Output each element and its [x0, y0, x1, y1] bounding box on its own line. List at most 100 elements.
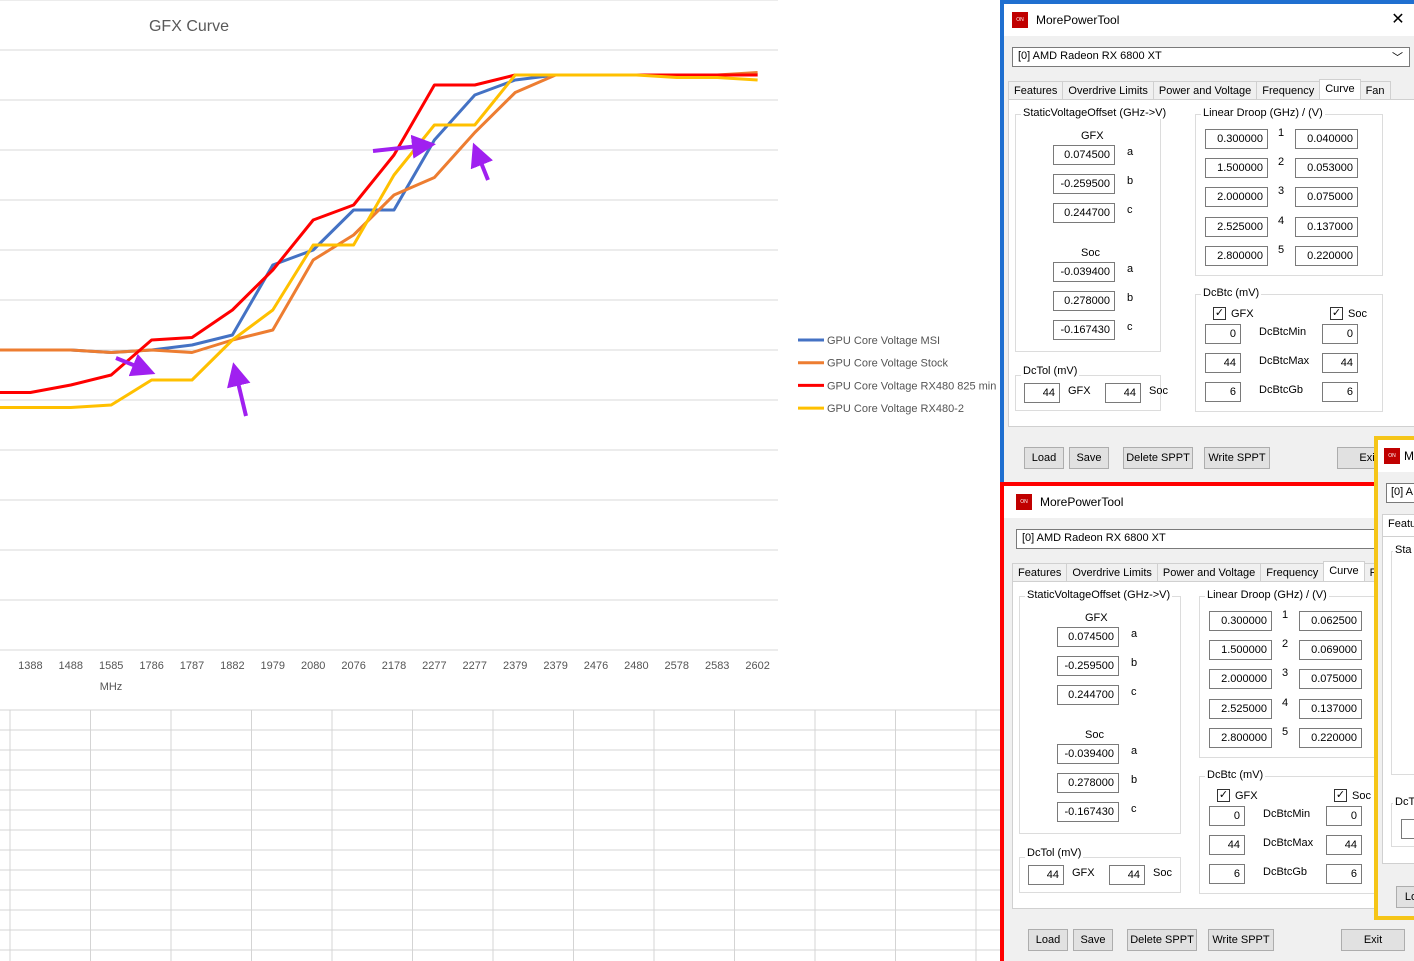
tab-overdrive-limits[interactable]: Overdrive Limits [1066, 563, 1158, 582]
dcbtc-soc-field[interactable]: 0 [1322, 324, 1358, 344]
soc-c-field[interactable]: -0.167430 [1057, 802, 1119, 822]
gpu-select-value: [0] AMD Radeon RX 6800 XT [1018, 50, 1162, 62]
droop-ghz-field[interactable]: 0.300000 [1209, 611, 1272, 631]
dcbtc-gfx-field[interactable]: 44 [1209, 835, 1245, 855]
droop-index-label: 3 [1278, 185, 1285, 198]
gfx-b-field[interactable]: -0.259500 [1053, 174, 1115, 194]
write-sppt-button[interactable]: Write SPPT [1208, 929, 1274, 951]
droop-volt-field[interactable]: 0.220000 [1295, 245, 1358, 266]
morepowertool-window-red[interactable]: ON MorePowerTool [0] AMD Radeon RX 6800 … [1000, 482, 1414, 961]
tab-power-and-voltage[interactable]: Power and Voltage [1156, 563, 1262, 582]
legend-entry: GPU Core Voltage RX480 825 min [827, 380, 996, 392]
morepowertool-window-blue[interactable]: ON MorePowerTool ✕ [0] AMD Radeon RX 680… [1000, 0, 1414, 487]
dctol-gfx-field[interactable] [1401, 819, 1414, 839]
dcbtc-gfx-field[interactable]: 6 [1209, 864, 1245, 884]
coef-b-label: b [1127, 292, 1134, 304]
droop-ghz-field[interactable]: 2.000000 [1205, 187, 1268, 208]
dctol-label: DcT [1393, 796, 1414, 808]
soc-a-field[interactable]: -0.039400 [1057, 744, 1119, 764]
dcbtc-gfx-field[interactable]: 0 [1209, 806, 1245, 826]
dcbtc-row-label: DcBtcGb [1259, 384, 1304, 396]
dcbtc-soc-field[interactable]: 6 [1326, 864, 1362, 884]
delete-sppt-button[interactable]: Delete SPPT [1127, 929, 1197, 951]
chart-title: GFX Curve [149, 18, 229, 35]
dctol-soc-field[interactable]: 44 [1109, 865, 1145, 885]
load-button[interactable]: Lo [1396, 886, 1414, 908]
dcbtc-gfx-label: GFX [1231, 308, 1254, 320]
dcbtc-gfx-field[interactable]: 6 [1205, 382, 1241, 402]
dcbtc-soc-checkbox[interactable]: ✓ [1334, 789, 1347, 802]
tab-overdrive-limits[interactable]: Overdrive Limits [1062, 81, 1154, 100]
window-title: MorePowerTool [1040, 495, 1124, 509]
close-icon[interactable]: ✕ [1388, 9, 1408, 29]
gpu-select[interactable]: [0] AMD Radeon RX 6800 XT ﹀ [1012, 47, 1410, 67]
tab-curve[interactable]: Curve [1323, 561, 1365, 583]
droop-volt-field[interactable]: 0.075000 [1299, 669, 1362, 690]
tab-features[interactable]: Features [1012, 563, 1068, 582]
dcbtc-soc-checkbox[interactable]: ✓ [1330, 307, 1343, 320]
save-button[interactable]: Save [1073, 929, 1113, 951]
exit-button[interactable]: Exit [1341, 929, 1405, 951]
droop-volt-field[interactable]: 0.053000 [1295, 158, 1358, 179]
droop-ghz-field[interactable]: 2.800000 [1205, 245, 1268, 266]
save-button[interactable]: Save [1069, 447, 1109, 469]
droop-volt-field[interactable]: 0.075000 [1295, 187, 1358, 208]
droop-volt-field[interactable]: 0.137000 [1295, 216, 1358, 237]
dctol-gfx-field[interactable]: 44 [1024, 383, 1060, 403]
title-bar[interactable]: ON MorePowerTool [1004, 486, 1414, 518]
droop-ghz-field[interactable]: 1.500000 [1205, 158, 1268, 179]
droop-volt-field[interactable]: 0.137000 [1299, 698, 1362, 719]
x-tick-label: 1979 [261, 660, 285, 672]
dcbtc-soc-field[interactable]: 44 [1326, 835, 1362, 855]
x-tick-label: 1585 [99, 660, 123, 672]
delete-sppt-button[interactable]: Delete SPPT [1123, 447, 1193, 469]
droop-ghz-field[interactable]: 2.525000 [1205, 216, 1268, 237]
droop-ghz-field[interactable]: 2.000000 [1209, 669, 1272, 690]
load-button[interactable]: Load [1028, 929, 1068, 951]
load-button[interactable]: Load [1024, 447, 1064, 469]
droop-volt-field[interactable]: 0.220000 [1299, 727, 1362, 748]
gfx-a-field[interactable]: 0.074500 [1057, 627, 1119, 647]
soc-c-field[interactable]: -0.167430 [1053, 320, 1115, 340]
dctol-gfx-field[interactable]: 44 [1028, 865, 1064, 885]
x-tick-label: 2602 [745, 660, 769, 672]
gpu-select[interactable]: [0] A [1386, 483, 1414, 503]
dcbtc-gfx-checkbox[interactable]: ✓ [1213, 307, 1226, 320]
dcbtc-gfx-field[interactable]: 0 [1205, 324, 1241, 344]
gfx-a-field[interactable]: 0.074500 [1053, 145, 1115, 165]
dctol-gfx-label: GFX [1072, 867, 1095, 879]
title-bar[interactable]: ON M [1378, 440, 1414, 472]
write-sppt-button[interactable]: Write SPPT [1204, 447, 1270, 469]
tab-features[interactable]: Features [1008, 81, 1064, 100]
dcbtc-soc-field[interactable]: 0 [1326, 806, 1362, 826]
x-tick-label: 2076 [341, 660, 365, 672]
gpu-select[interactable]: [0] AMD Radeon RX 6800 XT [1016, 529, 1414, 549]
dcbtc-soc-field[interactable]: 6 [1322, 382, 1358, 402]
droop-volt-field[interactable]: 0.069000 [1299, 640, 1362, 661]
gfx-c-field[interactable]: 0.244700 [1053, 203, 1115, 223]
soc-b-field[interactable]: 0.278000 [1057, 773, 1119, 793]
soc-b-field[interactable]: 0.278000 [1053, 291, 1115, 311]
tab-fan[interactable]: Fan [1359, 81, 1391, 100]
tab-frequency[interactable]: Frequency [1260, 563, 1325, 582]
tab-features[interactable]: Featu [1382, 514, 1414, 536]
droop-volt-field[interactable]: 0.062500 [1299, 611, 1362, 631]
x-tick-label: 1388 [18, 660, 42, 672]
tab-frequency[interactable]: Frequency [1256, 81, 1321, 100]
morepowertool-window-yellow[interactable]: ON M [0] A Featu Sta DcT Lo [1374, 436, 1414, 920]
droop-ghz-field[interactable]: 1.500000 [1209, 640, 1272, 661]
droop-ghz-field[interactable]: 2.800000 [1209, 727, 1272, 748]
dcbtc-gfx-field[interactable]: 44 [1205, 353, 1241, 373]
tab-curve[interactable]: Curve [1319, 79, 1361, 101]
gfx-b-field[interactable]: -0.259500 [1057, 656, 1119, 676]
gfx-c-field[interactable]: 0.244700 [1057, 685, 1119, 705]
soc-a-field[interactable]: -0.039400 [1053, 262, 1115, 282]
droop-ghz-field[interactable]: 0.300000 [1205, 129, 1268, 149]
droop-ghz-field[interactable]: 2.525000 [1209, 698, 1272, 719]
tab-power-and-voltage[interactable]: Power and Voltage [1152, 81, 1258, 100]
dctol-soc-field[interactable]: 44 [1105, 383, 1141, 403]
dcbtc-soc-field[interactable]: 44 [1322, 353, 1358, 373]
title-bar[interactable]: ON MorePowerTool ✕ [1004, 4, 1414, 36]
droop-volt-field[interactable]: 0.040000 [1295, 129, 1358, 149]
dcbtc-gfx-checkbox[interactable]: ✓ [1217, 789, 1230, 802]
